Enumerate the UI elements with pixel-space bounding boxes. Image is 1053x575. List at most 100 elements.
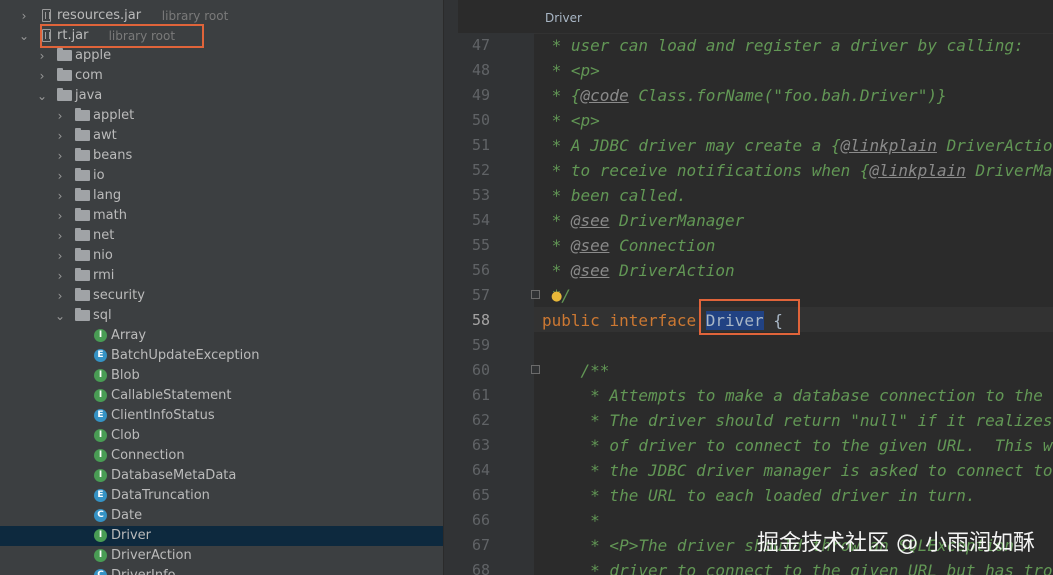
tree-item-awt[interactable]: › awt bbox=[0, 126, 443, 146]
tree-item-datatruncation[interactable]: E DataTruncation bbox=[0, 486, 443, 506]
chevron-down-icon[interactable]: ⌄ bbox=[36, 86, 48, 106]
line-number: 60 bbox=[471, 361, 490, 379]
folder-icon bbox=[75, 288, 90, 301]
tree-item-clientinfostatus[interactable]: E ClientInfoStatus bbox=[0, 406, 443, 426]
project-tree[interactable]: › resources.jar library root ⌄ rt.jar library… bbox=[0, 0, 443, 575]
chevron-right-icon[interactable]: › bbox=[18, 6, 30, 26]
tree-item-label: sql bbox=[93, 308, 112, 323]
interface-icon: I bbox=[94, 389, 107, 402]
chevron-down-icon[interactable]: ⌄ bbox=[18, 26, 30, 46]
chevron-right-icon[interactable]: › bbox=[54, 266, 66, 286]
tree-item-driverinfo[interactable]: C DriverInfo bbox=[0, 566, 443, 575]
tree-item-resources-jar[interactable]: › resources.jar library root bbox=[0, 6, 443, 26]
tree-item-nio[interactable]: › nio bbox=[0, 246, 443, 266]
line-number: 68 bbox=[471, 561, 490, 575]
folder-icon bbox=[57, 48, 72, 61]
chevron-down-icon[interactable]: ⌄ bbox=[54, 306, 66, 326]
code-line[interactable]: * the JDBC driver manager is asked to co… bbox=[542, 458, 1053, 483]
folder-icon bbox=[75, 308, 90, 321]
tree-item-date[interactable]: C Date bbox=[0, 506, 443, 526]
tree-item-label: io bbox=[93, 168, 105, 183]
tree-item-driveraction[interactable]: I DriverAction bbox=[0, 546, 443, 566]
line-number: 57 bbox=[471, 286, 490, 304]
code-line[interactable]: * <p> bbox=[542, 108, 1053, 133]
chevron-right-icon[interactable]: › bbox=[54, 226, 66, 246]
code-line[interactable]: * The driver should return "null" if it … bbox=[542, 408, 1053, 433]
tree-item-net[interactable]: › net bbox=[0, 226, 443, 246]
tree-item-lang[interactable]: › lang bbox=[0, 186, 443, 206]
code-line[interactable]: * @see DriverManager bbox=[542, 208, 1053, 233]
tree-item-connection[interactable]: I Connection bbox=[0, 446, 443, 466]
tree-item-callablestatement[interactable]: I CallableStatement bbox=[0, 386, 443, 406]
line-number-gutter: 47 48 49 50 51 52 53 54 55 56 57 58 59 60 61 62 63 64 65 66… bbox=[458, 33, 534, 575]
tree-item-databasemetadata[interactable]: I DatabaseMetaData bbox=[0, 466, 443, 486]
splitter[interactable] bbox=[443, 0, 459, 575]
code-editor[interactable]: Driver 47 48 49 50 51 52 53 54 55 56 57 58 59 60 61 62 6… bbox=[458, 0, 1053, 575]
folder-icon bbox=[75, 108, 90, 121]
line-number: 53 bbox=[471, 186, 490, 204]
code-line[interactable]: * the URL to each loaded driver in turn. bbox=[542, 483, 1053, 508]
chevron-right-icon[interactable]: › bbox=[36, 66, 48, 86]
chevron-right-icon[interactable]: › bbox=[36, 46, 48, 66]
exception-class-icon: E bbox=[94, 349, 107, 362]
intention-bulb-icon[interactable]: ● bbox=[551, 289, 562, 304]
code-line[interactable]: * <p> bbox=[542, 58, 1053, 83]
tree-item-label: Driver bbox=[111, 528, 152, 543]
chevron-right-icon[interactable]: › bbox=[54, 106, 66, 126]
line-number: 54 bbox=[471, 211, 490, 229]
code-line[interactable]: * driver to connect to the given URL but… bbox=[542, 558, 1053, 575]
fold-marker-icon[interactable] bbox=[531, 290, 540, 299]
tree-item-label: ClientInfoStatus bbox=[111, 408, 215, 423]
line-number: 58 bbox=[471, 311, 490, 329]
interface-icon: I bbox=[94, 329, 107, 342]
folder-icon bbox=[57, 68, 72, 81]
line-number: 51 bbox=[471, 136, 490, 154]
tree-item-security[interactable]: › security bbox=[0, 286, 443, 306]
tree-item-label: lang bbox=[93, 188, 122, 203]
tree-item-array[interactable]: I Array bbox=[0, 326, 443, 346]
code-line[interactable]: * been called. bbox=[542, 183, 1053, 208]
code-line[interactable]: * {@code Class.forName("foo.bah.Driver")… bbox=[542, 83, 1053, 108]
tree-item-com[interactable]: › com bbox=[0, 66, 443, 86]
chevron-right-icon[interactable]: › bbox=[54, 146, 66, 166]
chevron-right-icon[interactable]: › bbox=[54, 246, 66, 266]
tree-item-label: resources.jar bbox=[57, 8, 142, 23]
tree-item-label: java bbox=[75, 88, 103, 103]
chevron-right-icon[interactable]: › bbox=[54, 126, 66, 146]
tree-item-batchupdateexception[interactable]: E BatchUpdateException bbox=[0, 346, 443, 366]
code-line[interactable]: * A JDBC driver may create a {@linkplain… bbox=[542, 133, 1053, 158]
editor-tab-title[interactable]: Driver bbox=[545, 11, 582, 25]
tree-item-math[interactable]: › math bbox=[0, 206, 443, 226]
tree-item-label: security bbox=[93, 288, 145, 303]
code-line[interactable]: * user can load and register a driver by… bbox=[542, 33, 1053, 58]
chevron-right-icon[interactable]: › bbox=[54, 186, 66, 206]
class-icon: C bbox=[94, 509, 107, 522]
tree-item-apple[interactable]: › apple bbox=[0, 46, 443, 66]
tree-item-label: DataTruncation bbox=[111, 488, 210, 503]
folder-icon bbox=[75, 248, 90, 261]
code-line[interactable]: /** bbox=[542, 358, 1053, 383]
code-line[interactable]: * Attempts to make a database connection… bbox=[542, 383, 1053, 408]
fold-marker-icon[interactable] bbox=[531, 365, 540, 374]
library-root-hint: library root bbox=[161, 9, 229, 23]
tree-item-io[interactable]: › io bbox=[0, 166, 443, 186]
line-number: 64 bbox=[471, 461, 490, 479]
code-line[interactable]: * @see DriverAction bbox=[542, 258, 1053, 283]
tree-item-clob[interactable]: I Clob bbox=[0, 426, 443, 446]
tree-item-java[interactable]: ⌄ java bbox=[0, 86, 443, 106]
line-number: 63 bbox=[471, 436, 490, 454]
tree-item-sql[interactable]: ⌄ sql bbox=[0, 306, 443, 326]
code-line[interactable]: * of driver to connect to the given URL.… bbox=[542, 433, 1053, 458]
chevron-right-icon[interactable]: › bbox=[54, 166, 66, 186]
chevron-right-icon[interactable]: › bbox=[54, 286, 66, 306]
code-line[interactable]: * @see Connection bbox=[542, 233, 1053, 258]
folder-icon bbox=[57, 88, 72, 101]
tree-item-applet[interactable]: › applet bbox=[0, 106, 443, 126]
chevron-right-icon[interactable]: › bbox=[54, 206, 66, 226]
code-line[interactable]: * to receive notifications when {@linkpl… bbox=[542, 158, 1053, 183]
tree-item-blob[interactable]: I Blob bbox=[0, 366, 443, 386]
tree-item-rmi[interactable]: › rmi bbox=[0, 266, 443, 286]
tree-item-driver[interactable]: I Driver bbox=[0, 526, 443, 546]
tree-item-beans[interactable]: › beans bbox=[0, 146, 443, 166]
line-number: 67 bbox=[471, 536, 490, 554]
